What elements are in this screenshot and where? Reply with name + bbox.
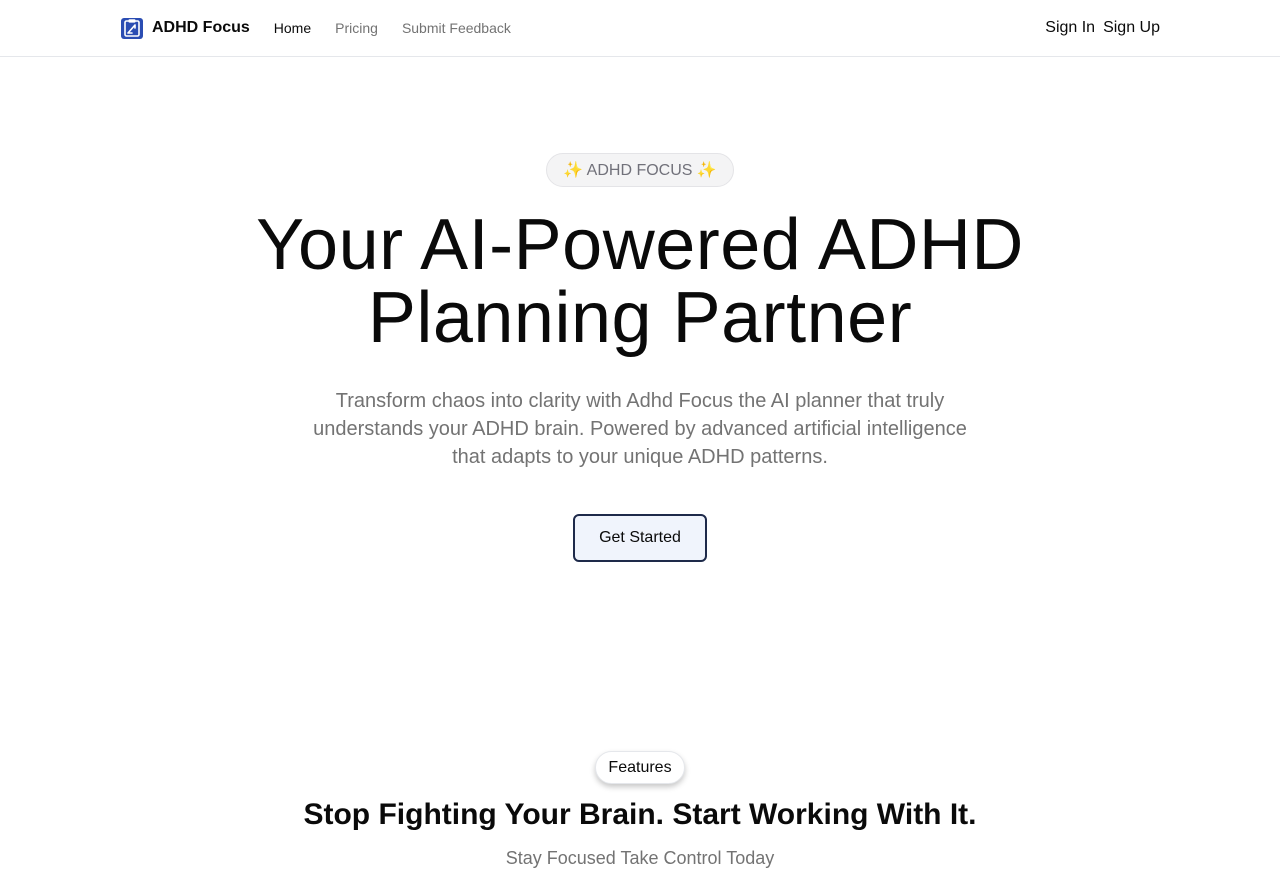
navbar-right: Sign In Sign Up [1037,19,1160,37]
hero-subtitle: Transform chaos into clarity with Adhd F… [313,390,967,468]
features-title: Stop Fighting Your Brain. Start Working … [303,798,977,831]
cta-wrap: Get Started [0,514,1280,562]
nav-link-pricing[interactable]: Pricing [335,20,378,36]
hero-badge-wrap: ✨ ADHD FOCUS ✨ [0,153,1280,187]
main-nav: Home Pricing Submit Feedback [274,20,535,36]
features-subtitle: Stay Focused Take Control Today [505,848,775,868]
brand-link[interactable]: ADHD Focus [120,16,250,40]
hero-title-line-1: Your AI-Powered ADHD [256,205,1024,285]
nav-link-home[interactable]: Home [274,20,311,36]
nav-link-submit-feedback[interactable]: Submit Feedback [402,20,511,36]
navbar-inner: ADHD Focus Home Pricing Submit Feedback … [120,0,1160,56]
clipboard-logo-icon [121,18,143,39]
sign-up-link[interactable]: Sign Up [1103,19,1160,37]
navbar-left: ADHD Focus Home Pricing Submit Feedback [120,16,535,40]
sign-in-link[interactable]: Sign In [1045,19,1095,37]
brand-name: ADHD Focus [152,19,250,36]
features-pill-wrap: Features [0,751,1280,784]
top-navbar: ADHD Focus Home Pricing Submit Feedback … [0,0,1280,57]
features-pill: Features [595,751,685,784]
hero-title-line-2: Planning Partner [367,278,913,358]
get-started-button[interactable]: Get Started [573,514,707,562]
hero-badge: ✨ ADHD FOCUS ✨ [546,153,734,187]
hero-title: Your AI-Powered ADHD Planning Partner [0,209,1280,355]
